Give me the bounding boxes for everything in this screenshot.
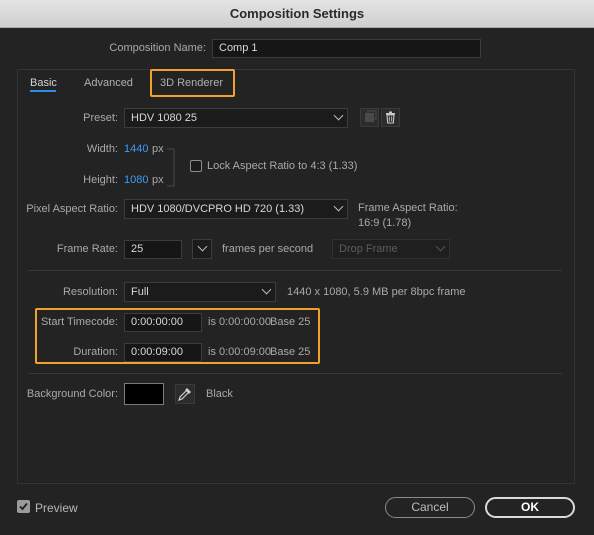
preset-value: HDV 1080 25 (131, 112, 198, 124)
composition-name-input[interactable]: Comp 1 (212, 39, 481, 58)
window-title: Composition Settings (229, 6, 365, 21)
resolution-info: 1440 x 1080, 5.9 MB per 8bpc frame (287, 286, 466, 298)
lock-aspect-checkbox[interactable] (190, 160, 202, 172)
chevron-down-icon (197, 241, 208, 252)
resolution-label: Resolution: (62, 286, 118, 298)
composition-name-label: Composition Name: (109, 42, 206, 54)
width-unit: px (152, 143, 164, 155)
title-bar: Composition Settings (0, 0, 594, 28)
link-bracket-icon (167, 148, 175, 187)
delete-preset-button[interactable] (381, 108, 400, 127)
chevron-down-icon (333, 110, 344, 121)
preset-select[interactable]: HDV 1080 25 (124, 108, 348, 128)
width-label: Width: (86, 143, 118, 155)
resolution-select[interactable]: Full (124, 282, 276, 302)
chevron-down-icon (333, 201, 344, 212)
active-tab-indicator (30, 90, 56, 92)
trash-icon (386, 111, 395, 124)
frame-rate-input[interactable]: 25 (124, 240, 182, 259)
pixel-aspect-select[interactable]: HDV 1080/DVCPRO HD 720 (1.33) (124, 199, 348, 219)
eyedropper-button[interactable] (175, 384, 195, 404)
background-color-name: Black (206, 388, 233, 400)
save-preset-icon (365, 110, 377, 122)
drop-frame-select[interactable]: Drop Frame (332, 239, 450, 259)
height-unit: px (152, 174, 164, 186)
frame-rate-unit: frames per second (222, 243, 314, 255)
cancel-button[interactable]: Cancel (385, 497, 475, 518)
preview-label: Preview (35, 501, 78, 515)
preview-checkbox[interactable] (17, 500, 30, 513)
section-divider (28, 270, 562, 271)
dialog-body: Composition Name: Comp 1 Basic Advanced … (0, 28, 594, 535)
chevron-down-icon (435, 241, 446, 252)
drop-frame-value: Drop Frame (339, 243, 398, 255)
highlight-timecode-duration (35, 308, 320, 364)
chevron-down-icon (261, 284, 272, 295)
height-value[interactable]: 1080 (124, 174, 148, 186)
save-preset-button[interactable] (360, 108, 379, 127)
preset-label: Preset: (83, 112, 118, 124)
tab-basic[interactable]: Basic (30, 77, 57, 89)
frame-aspect-label: Frame Aspect Ratio: (358, 202, 458, 214)
pixel-aspect-value: HDV 1080/DVCPRO HD 720 (1.33) (131, 203, 305, 215)
tab-advanced[interactable]: Advanced (84, 77, 133, 89)
frame-aspect-value: 16:9 (1.78) (358, 217, 412, 229)
lock-aspect-label: Lock Aspect Ratio to 4:3 (1.33) (207, 160, 358, 172)
background-color-label: Background Color: (26, 388, 118, 400)
resolution-value: Full (131, 286, 149, 298)
highlight-3d-renderer (150, 69, 235, 97)
settings-panel (17, 69, 575, 484)
height-label: Height: (83, 174, 118, 186)
width-value[interactable]: 1440 (124, 143, 148, 155)
frame-rate-dropdown[interactable] (192, 239, 212, 259)
ok-button[interactable]: OK (485, 497, 575, 518)
checkmark-icon (19, 502, 28, 511)
frame-rate-label: Frame Rate: (56, 243, 118, 255)
background-color-swatch[interactable] (124, 383, 164, 405)
section-divider (28, 373, 562, 374)
eyedropper-icon (178, 388, 191, 401)
pixel-aspect-label: Pixel Aspect Ratio: (26, 203, 118, 215)
